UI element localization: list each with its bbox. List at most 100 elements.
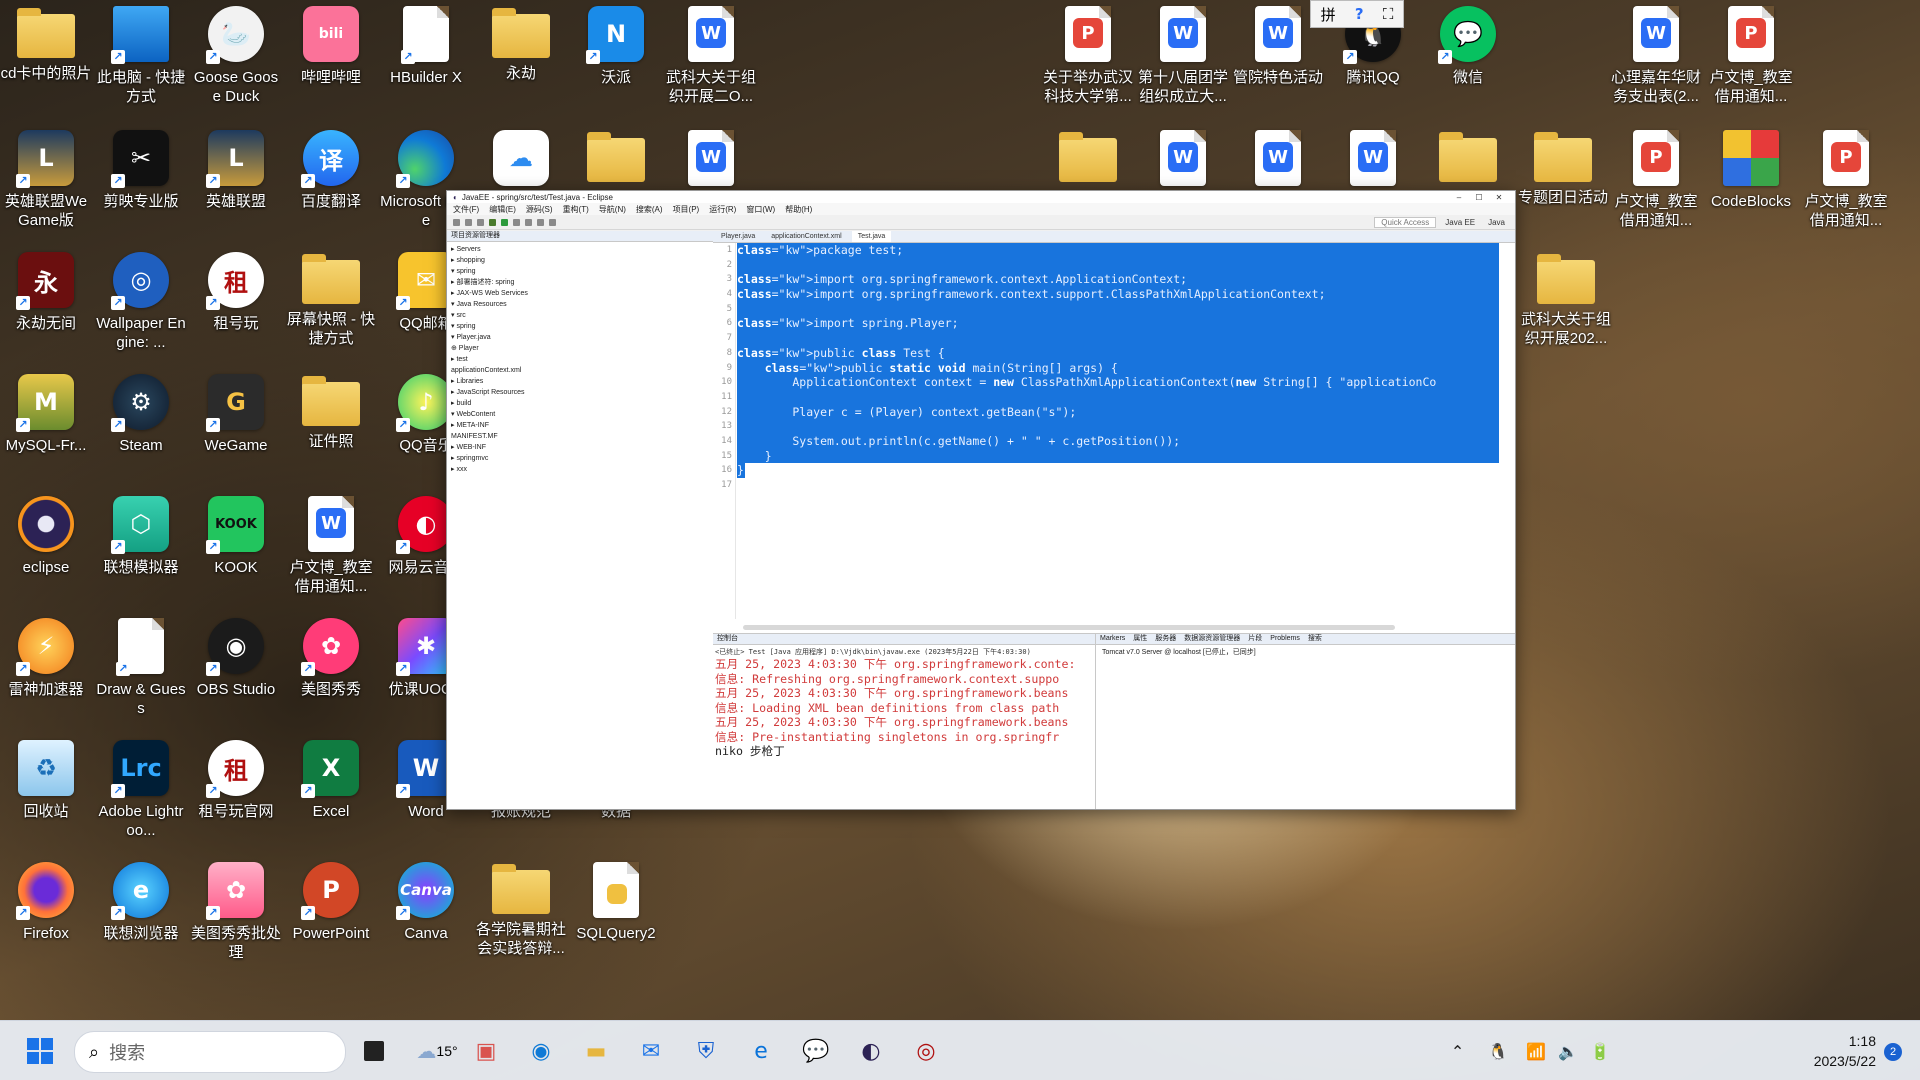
help-icon[interactable]: ?: [1355, 5, 1364, 23]
tree-item[interactable]: ▾ WebContent: [451, 409, 709, 420]
tree-item[interactable]: ▾ spring: [451, 321, 709, 332]
tree-item[interactable]: ▸ 部署描述符: spring: [451, 277, 709, 288]
desktop-icon-kook[interactable]: KOOK ↗ KOOK: [190, 496, 282, 612]
notification-badge[interactable]: 2: [1884, 1043, 1902, 1061]
taskbar-lenovo[interactable]: ⛨: [688, 1033, 724, 1069]
taskbar-photos[interactable]: ▣: [468, 1033, 504, 1069]
desktop-icon-firefox[interactable]: ↗ Firefox: [0, 862, 92, 978]
ime-mode-button[interactable]: 拼: [1321, 4, 1336, 25]
tab-application-context[interactable]: applicationContext.xml: [765, 231, 847, 242]
desktop-icon-bilibili[interactable]: bili 哔哩哔哩: [285, 6, 377, 122]
desktop-icon-practice-folder[interactable]: 各学院暑期社会实践答辩...: [475, 862, 567, 978]
desktop-icon-yongjie-folder[interactable]: 永劫: [475, 6, 567, 122]
taskbar-eclipse[interactable]: ◐: [853, 1033, 889, 1069]
code-line[interactable]: class="kw">import org.springframework.co…: [737, 272, 1499, 288]
minimize-button[interactable]: –: [1449, 193, 1469, 202]
menu-window[interactable]: 窗口(W): [746, 204, 775, 215]
tree-item[interactable]: ▾ src: [451, 310, 709, 321]
code-line[interactable]: class="kw">public static void main(Strin…: [737, 360, 1499, 376]
desktop-icon-canva[interactable]: Canva ↗ Canva: [380, 862, 472, 978]
ime-toolbar[interactable]: 拼 ? ⛶: [1310, 0, 1404, 28]
tree-item[interactable]: ▸ xxx: [451, 464, 709, 475]
code-editor[interactable]: Player.java applicationContext.xml Test.…: [713, 231, 1515, 634]
desktop-icon-draw-guess[interactable]: ↗ Draw & Guess: [95, 618, 187, 734]
desktop-icon-id-photo[interactable]: 证件照: [285, 374, 377, 490]
menu-navigate[interactable]: 导航(N): [599, 204, 626, 215]
tree-item[interactable]: ▸ META-INF: [451, 420, 709, 431]
wifi-icon[interactable]: 📶: [1526, 1042, 1546, 1061]
desktop-icon-excel[interactable]: X ↗ Excel: [285, 740, 377, 856]
desktop-icon-goose-goose-duck[interactable]: 🦢 ↗ Goose Goose Duck: [190, 6, 282, 122]
code-lines[interactable]: class="kw">package test; class="kw">impor…: [737, 243, 1499, 493]
desktop-icon-lenovo-browser[interactable]: e ↗ 联想浏览器: [95, 862, 187, 978]
desktop-icon-wust-2023[interactable]: 武科大关于组织开展202...: [1520, 252, 1612, 368]
save-icon[interactable]: [465, 218, 472, 226]
tree-item[interactable]: ▾ Player.java: [451, 332, 709, 343]
desktop-icon-eclipse[interactable]: eclipse: [0, 496, 92, 612]
menu-refactor[interactable]: 重构(T): [563, 204, 589, 215]
menu-project[interactable]: 项目(P): [673, 204, 700, 215]
expand-icon[interactable]: ⛶: [1383, 5, 1394, 23]
desktop-icon-lol-wegame[interactable]: L ↗ 英雄联盟WeGame版: [0, 130, 92, 246]
quick-access-input[interactable]: Quick Access: [1374, 216, 1437, 228]
code-line[interactable]: [737, 301, 1499, 317]
desktop-icon-baidu-translate[interactable]: 译 ↗ 百度翻译: [285, 130, 377, 246]
console-view[interactable]: 控制台 <已终止> Test [Java 应用程序] D:\Vjdk\bin\j…: [713, 634, 1096, 809]
code-line[interactable]: [737, 331, 1499, 346]
tree-item[interactable]: ▸ build: [451, 398, 709, 409]
desktop-icon-tuanri[interactable]: 专题团日活动: [1517, 130, 1609, 246]
search-icon[interactable]: [525, 218, 532, 226]
taskbar-file-explorer[interactable]: ▬: [578, 1033, 614, 1069]
task-view-button[interactable]: [356, 1033, 392, 1069]
tomcat-server-item[interactable]: Tomcat v7.0 Server @ localhost [已停止，已同步]: [1096, 645, 1515, 660]
desktop-icon-naraka[interactable]: 永 ↗ 永劫无间: [0, 252, 92, 368]
taskbar-edge[interactable]: ◉: [523, 1033, 559, 1069]
taskbar-search[interactable]: ⌕ 搜索: [74, 1031, 346, 1073]
tree-item[interactable]: ▸ JAX-WS Web Services: [451, 288, 709, 299]
menu-run[interactable]: 运行(R): [709, 204, 736, 215]
desktop-icon-leishen[interactable]: ⚡ ↗ 雷神加速器: [0, 618, 92, 734]
desktop-icon-meitu-batch[interactable]: ✿ ↗ 美图秀秀批处理: [190, 862, 282, 978]
taskbar-zuhaowan[interactable]: ◎: [908, 1033, 944, 1069]
menu-file[interactable]: 文件(F): [453, 204, 479, 215]
volume-icon[interactable]: 🔈: [1558, 1042, 1578, 1061]
desktop-icon-lol[interactable]: L ↗ 英雄联盟: [190, 130, 282, 246]
server-icon[interactable]: [513, 218, 520, 226]
desktop-icon-tuanxue[interactable]: W 第十八届团学组织成立大...: [1137, 6, 1229, 122]
desktop-icon-zuhaowan[interactable]: 租 ↗ 租号玩: [190, 252, 282, 368]
tree-item[interactable]: applicationContext.xml: [451, 365, 709, 376]
maximize-button[interactable]: ☐: [1469, 193, 1489, 202]
tree-item[interactable]: ▸ Servers: [451, 244, 709, 255]
desktop-icon-wust-notice[interactable]: W 武科大关于组织开展二O...: [665, 6, 757, 122]
menu-edit[interactable]: 编辑(E): [489, 204, 516, 215]
print-icon[interactable]: [477, 218, 484, 226]
desktop-icon-zuhaowan-site[interactable]: 租 ↗ 租号玩官网: [190, 740, 282, 856]
tab-player-java[interactable]: Player.java: [715, 231, 761, 242]
perspective-javaee[interactable]: Java EE: [1441, 218, 1479, 227]
desktop-icon-lightroom[interactable]: Lrc ↗ Adobe Lightroo...: [95, 740, 187, 856]
weather-widget[interactable]: ☁ 15°: [410, 1033, 464, 1069]
menu-source[interactable]: 源码(S): [526, 204, 553, 215]
qq-tray-icon[interactable]: 🐧: [1488, 1042, 1508, 1061]
code-line[interactable]: }: [737, 463, 745, 478]
desktop-icon-wegame[interactable]: G ↗ WeGame: [190, 374, 282, 490]
code-line[interactable]: System.out.println(c.getName() + " " + c…: [737, 433, 1499, 449]
code-line[interactable]: [737, 419, 1499, 434]
desktop-icon-this-pc[interactable]: ↗ 此电脑 - 快捷方式: [95, 6, 187, 122]
battery-icon[interactable]: 🔋: [1590, 1042, 1610, 1061]
desktop-icon-powerpoint[interactable]: P ↗ PowerPoint: [285, 862, 377, 978]
code-line[interactable]: class="kw">public class Test {: [737, 345, 1499, 361]
code-line[interactable]: }: [737, 448, 1499, 464]
console-tab[interactable]: 控制台: [713, 634, 1095, 645]
menu-search[interactable]: 搜索(A): [636, 204, 663, 215]
desktop-icon-steam[interactable]: ⚙ ↗ Steam: [95, 374, 187, 490]
taskbar-wechat[interactable]: 💬: [798, 1033, 834, 1069]
explorer-tab[interactable]: 项目资源管理器: [447, 231, 713, 242]
menu-help[interactable]: 帮助(H): [785, 204, 812, 215]
taskbar-mail[interactable]: ✉: [633, 1033, 669, 1069]
servers-pane-tab[interactable]: 片段: [1248, 635, 1262, 642]
window-titlebar[interactable]: ◐ JavaEE - spring/src/test/Test.java - E…: [447, 191, 1515, 203]
perspective-java[interactable]: Java: [1484, 218, 1509, 227]
new-icon[interactable]: [453, 218, 460, 226]
desktop-icon-recycle-bin[interactable]: ♻ 回收站: [0, 740, 92, 856]
